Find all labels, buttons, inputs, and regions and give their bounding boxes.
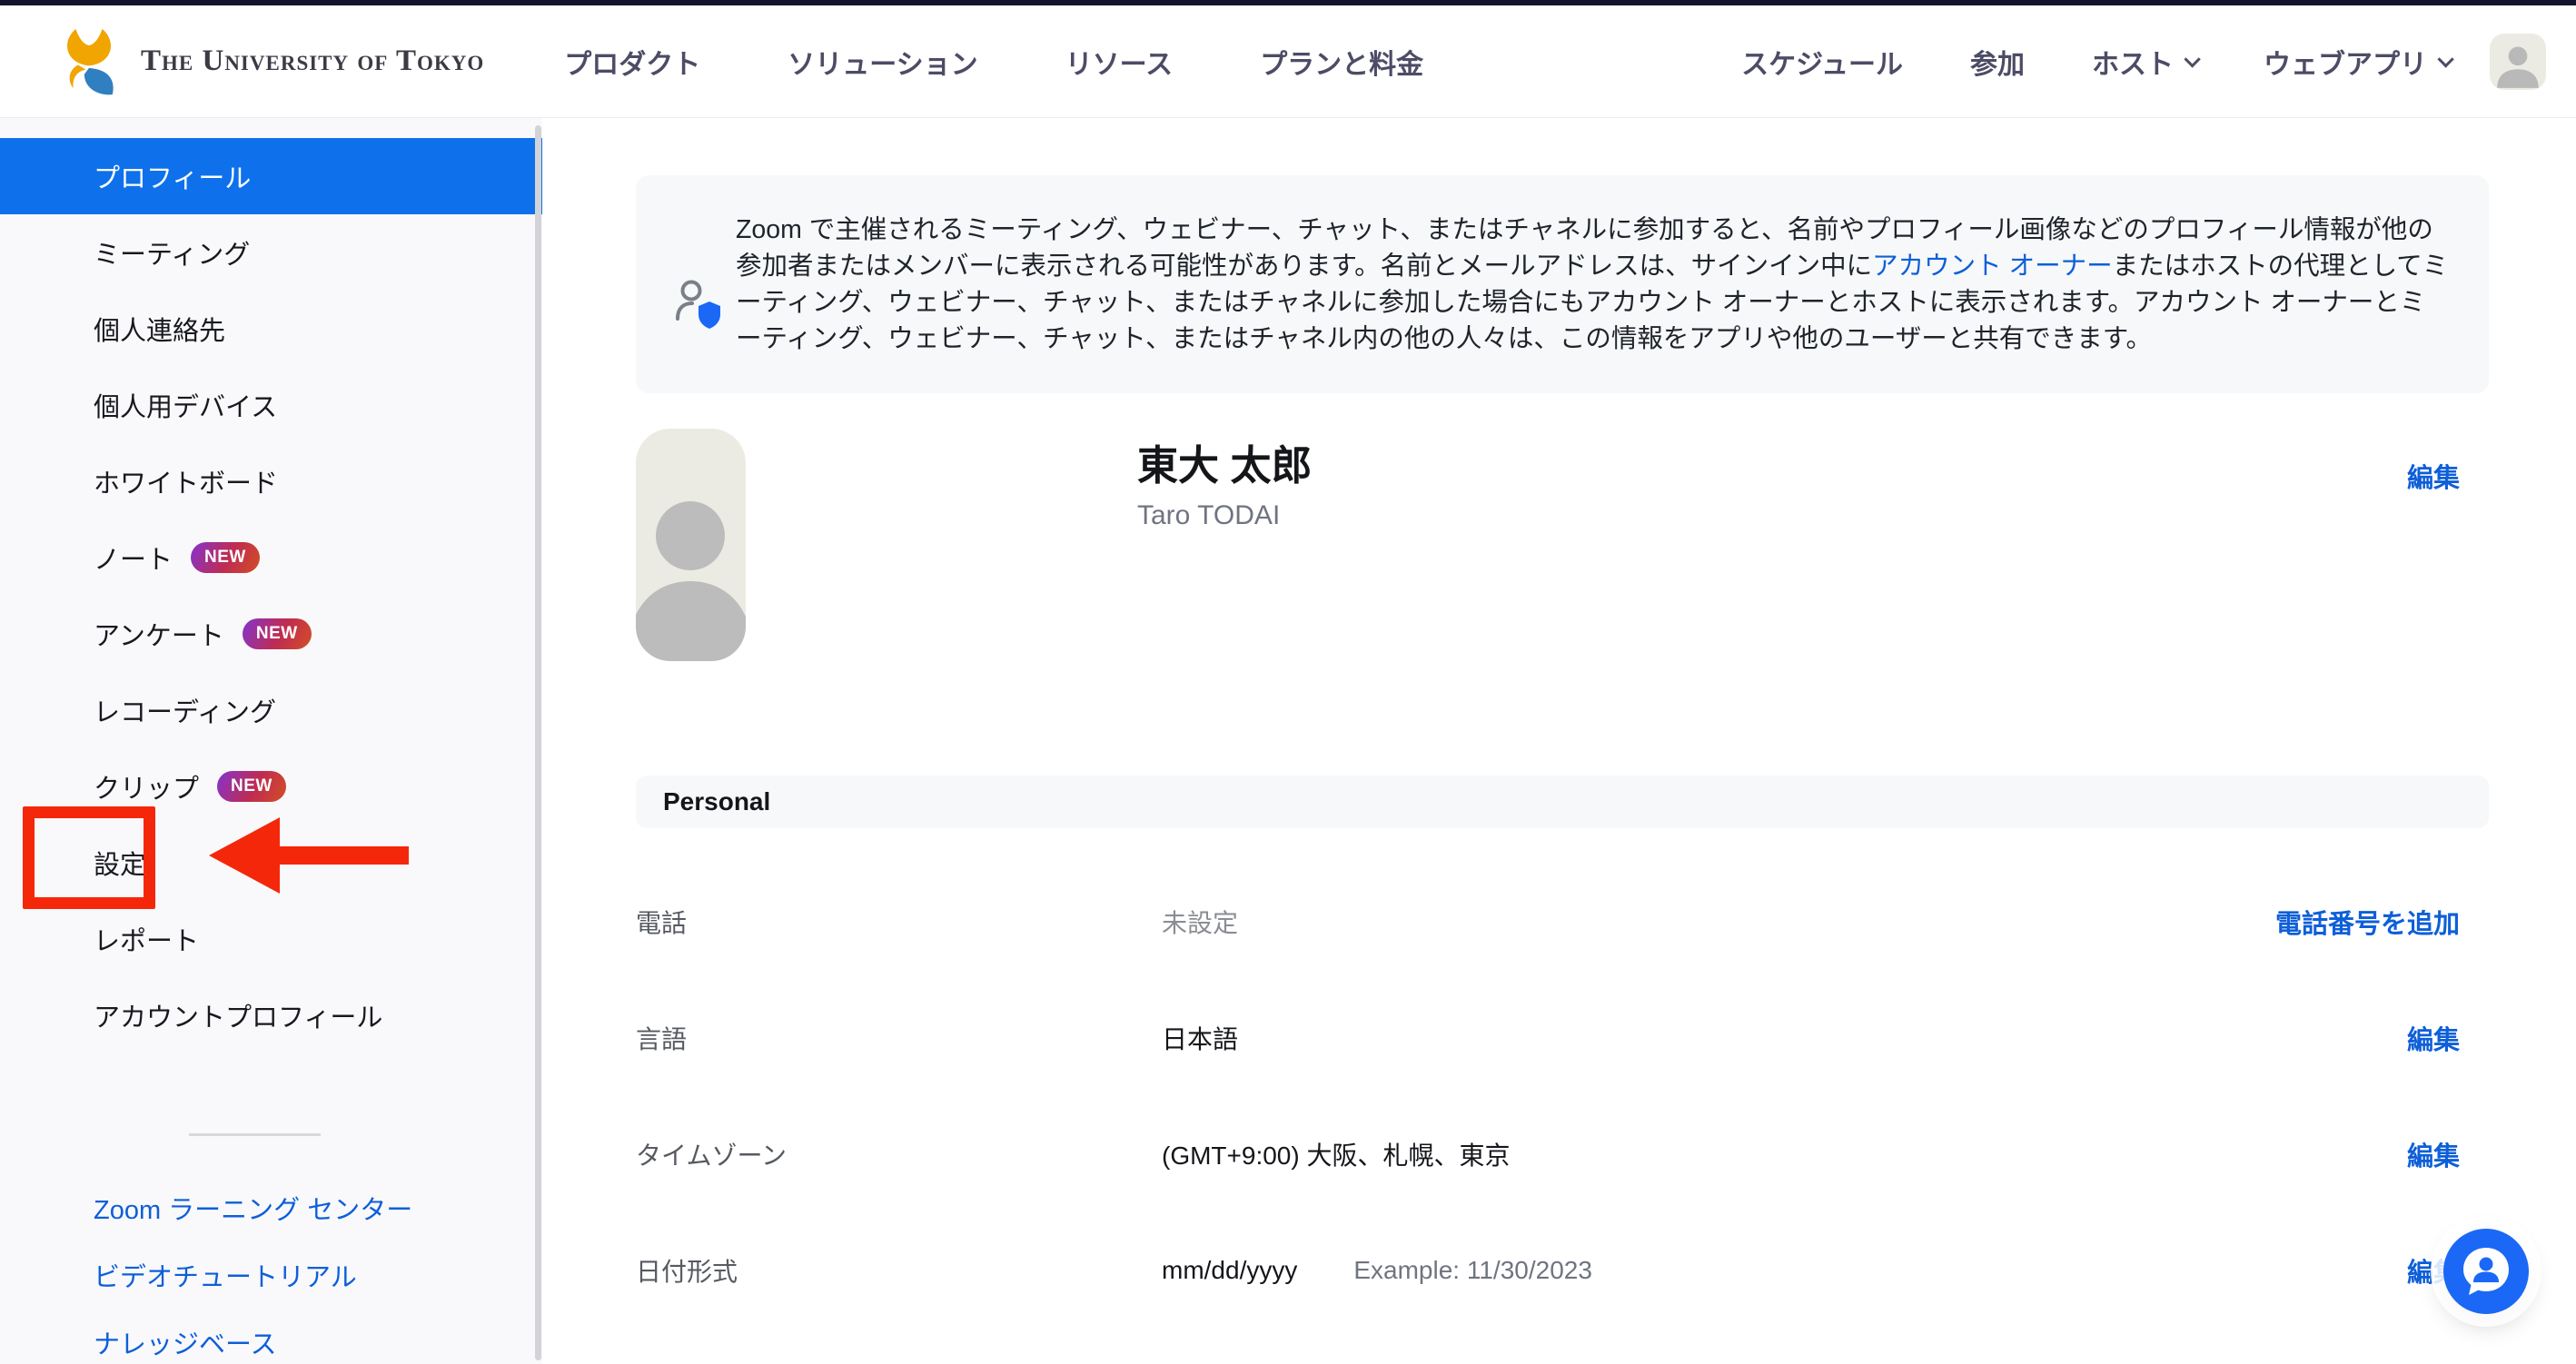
- sidebar-item-3[interactable]: 個人用デバイス: [0, 367, 542, 443]
- sidebar-item-6[interactable]: アンケート NEW: [0, 596, 542, 672]
- sidebar-item-label: 個人用デバイス: [94, 386, 277, 424]
- sidebar-footer-link-0[interactable]: Zoom ラーニング センター: [0, 1174, 542, 1241]
- sidebar-item-8[interactable]: クリップ NEW: [0, 748, 542, 825]
- header-nav-right: スケジュール 参加 ホスト ウェブアプリ: [1741, 42, 2450, 82]
- zoom-profile-page: The University of Tokyo プロダクト ソリューション リソース…: [0, 0, 2576, 1364]
- sidebar-item-11[interactable]: アカウントプロフィール: [0, 977, 542, 1053]
- sidebar-item-label: プロフィール: [94, 157, 251, 195]
- account-owner-link[interactable]: アカウント オーナー: [1872, 252, 2112, 281]
- support-chat-button[interactable]: [2443, 1229, 2529, 1314]
- sidebar-item-1[interactable]: ミーティング: [0, 214, 542, 291]
- profile-edit-link[interactable]: 編集: [2407, 457, 2460, 495]
- main-content: Zoom で主催されるミーティング、ウェビナー、チャット、またはチャネルに参加す…: [542, 119, 2576, 1364]
- profile-avatar[interactable]: [636, 429, 746, 661]
- sidebar-item-label: ミーティング: [94, 233, 250, 272]
- row-action-link[interactable]: 電話番号を追加: [2275, 903, 2460, 941]
- sidebar-item-label: ホワイトボード: [94, 462, 278, 500]
- notice-text: Zoom で主催されるミーティング、ウェビナー、チャット、またはチャネルに参加す…: [736, 212, 2451, 357]
- sidebar-item-label: アンケート: [94, 615, 224, 653]
- sidebar-divider: [189, 1133, 321, 1136]
- sidebar-item-0[interactable]: プロフィール: [0, 138, 542, 214]
- personal-row-3: 日付形式mm/dd/yyyyExample: 11/30/2023編集: [636, 1212, 2489, 1329]
- personal-section-header: Personal: [636, 776, 2489, 828]
- personal-rows: 電話未設定電話番号を追加言語日本語編集タイムゾーン(GMT+9:00) 大阪、札…: [636, 864, 2489, 1329]
- header-nav-left: プロダクト ソリューション リソース プランと料金: [564, 42, 1423, 82]
- header-nav-item-3[interactable]: プランと料金: [1260, 42, 1423, 82]
- row-action-link[interactable]: 編集: [2407, 1135, 2460, 1173]
- sidebar-item-7[interactable]: レコーディング: [0, 672, 542, 748]
- profile-name-roman: Taro TODAI: [1137, 500, 1280, 531]
- sidebar-item-5[interactable]: ノート NEW: [0, 519, 542, 596]
- sidebar-item-label: レコーディング: [94, 691, 276, 729]
- avatar-placeholder-icon: [636, 479, 746, 661]
- row-value: mm/dd/yyyy: [1162, 1256, 1297, 1285]
- personal-row-2: タイムゾーン(GMT+9:00) 大阪、札幌、東京 編集: [636, 1096, 2489, 1212]
- new-badge: NEW: [243, 618, 312, 649]
- new-badge: NEW: [217, 771, 286, 802]
- row-value: 未設定: [1162, 904, 1238, 940]
- header-nav-item-2[interactable]: リソース: [1065, 42, 1174, 82]
- row-label: 言語: [636, 1020, 1162, 1056]
- row-example: Example: 11/30/2023: [1353, 1256, 1592, 1285]
- chevron-down-icon: [2184, 51, 2200, 67]
- sidebar-item-label: クリップ: [94, 767, 199, 806]
- header: The University of Tokyo プロダクト ソリューション リソース…: [0, 5, 2576, 118]
- profile-name: 東大 太郎: [1137, 432, 1313, 491]
- sidebar-item-label: 設定: [94, 844, 146, 882]
- header-account-avatar[interactable]: [2490, 34, 2546, 90]
- row-label: 日付形式: [636, 1252, 1162, 1289]
- utokyo-logo[interactable]: The University of Tokyo: [50, 23, 484, 101]
- new-badge: NEW: [191, 542, 260, 573]
- row-action-link[interactable]: 編集: [2407, 1019, 2460, 1057]
- sidebar-item-label: アカウントプロフィール: [94, 996, 382, 1034]
- header-nav-item-right-3[interactable]: ウェブアプリ: [2264, 42, 2450, 82]
- sidebar-footer-link-2[interactable]: ナレッジベース: [0, 1309, 542, 1364]
- sidebar-menu: プロフィールミーティング個人連絡先個人用デバイスホワイトボードノートNEWアンケ…: [0, 138, 542, 1053]
- header-nav-item-right-0[interactable]: スケジュール: [1741, 42, 1903, 82]
- chevron-down-icon: [2437, 51, 2453, 67]
- sidebar-item-label: 個人連絡先: [94, 310, 225, 348]
- sidebar: プロフィールミーティング個人連絡先個人用デバイスホワイトボードノートNEWアンケ…: [0, 118, 542, 1364]
- sidebar-item-9-settings[interactable]: 設定: [0, 825, 542, 901]
- sidebar-item-2[interactable]: 個人連絡先: [0, 291, 542, 367]
- row-value: (GMT+9:00) 大阪、札幌、東京: [1162, 1136, 1510, 1172]
- header-nav-item-right-2[interactable]: ホスト: [2092, 42, 2196, 82]
- utokyo-leaf-icon: [50, 23, 128, 101]
- row-label: タイムゾーン: [636, 1136, 1162, 1172]
- sidebar-item-10[interactable]: レポート: [0, 901, 542, 977]
- sidebar-footer-link-1[interactable]: ビデオチュートリアル: [0, 1241, 542, 1309]
- sidebar-item-4[interactable]: ホワイトボード: [0, 443, 542, 519]
- avatar-placeholder-icon: [2490, 34, 2546, 90]
- sidebar-scrollbar[interactable]: [535, 125, 541, 1360]
- profile-visibility-notice: Zoom で主催されるミーティング、ウェビナー、チャット、またはチャネルに参加す…: [636, 175, 2489, 393]
- sidebar-item-label: ノート: [94, 539, 173, 577]
- personal-row-1: 言語日本語 編集: [636, 980, 2489, 1096]
- header-nav-item-1[interactable]: ソリューション: [788, 42, 977, 82]
- chat-person-icon: [2462, 1246, 2511, 1297]
- row-value: 日本語: [1162, 1020, 1238, 1056]
- sidebar-footer-links: Zoom ラーニング センタービデオチュートリアルナレッジベース: [0, 1174, 542, 1364]
- sidebar-item-label: レポート: [94, 920, 199, 958]
- utokyo-logo-text: The University of Tokyo: [141, 44, 484, 78]
- header-nav-item-0[interactable]: プロダクト: [564, 42, 700, 82]
- personal-row-0: 電話未設定 電話番号を追加: [636, 864, 2489, 980]
- person-shield-icon: [672, 277, 728, 335]
- row-label: 電話: [636, 904, 1162, 940]
- header-nav-item-right-1[interactable]: 参加: [1970, 42, 2025, 82]
